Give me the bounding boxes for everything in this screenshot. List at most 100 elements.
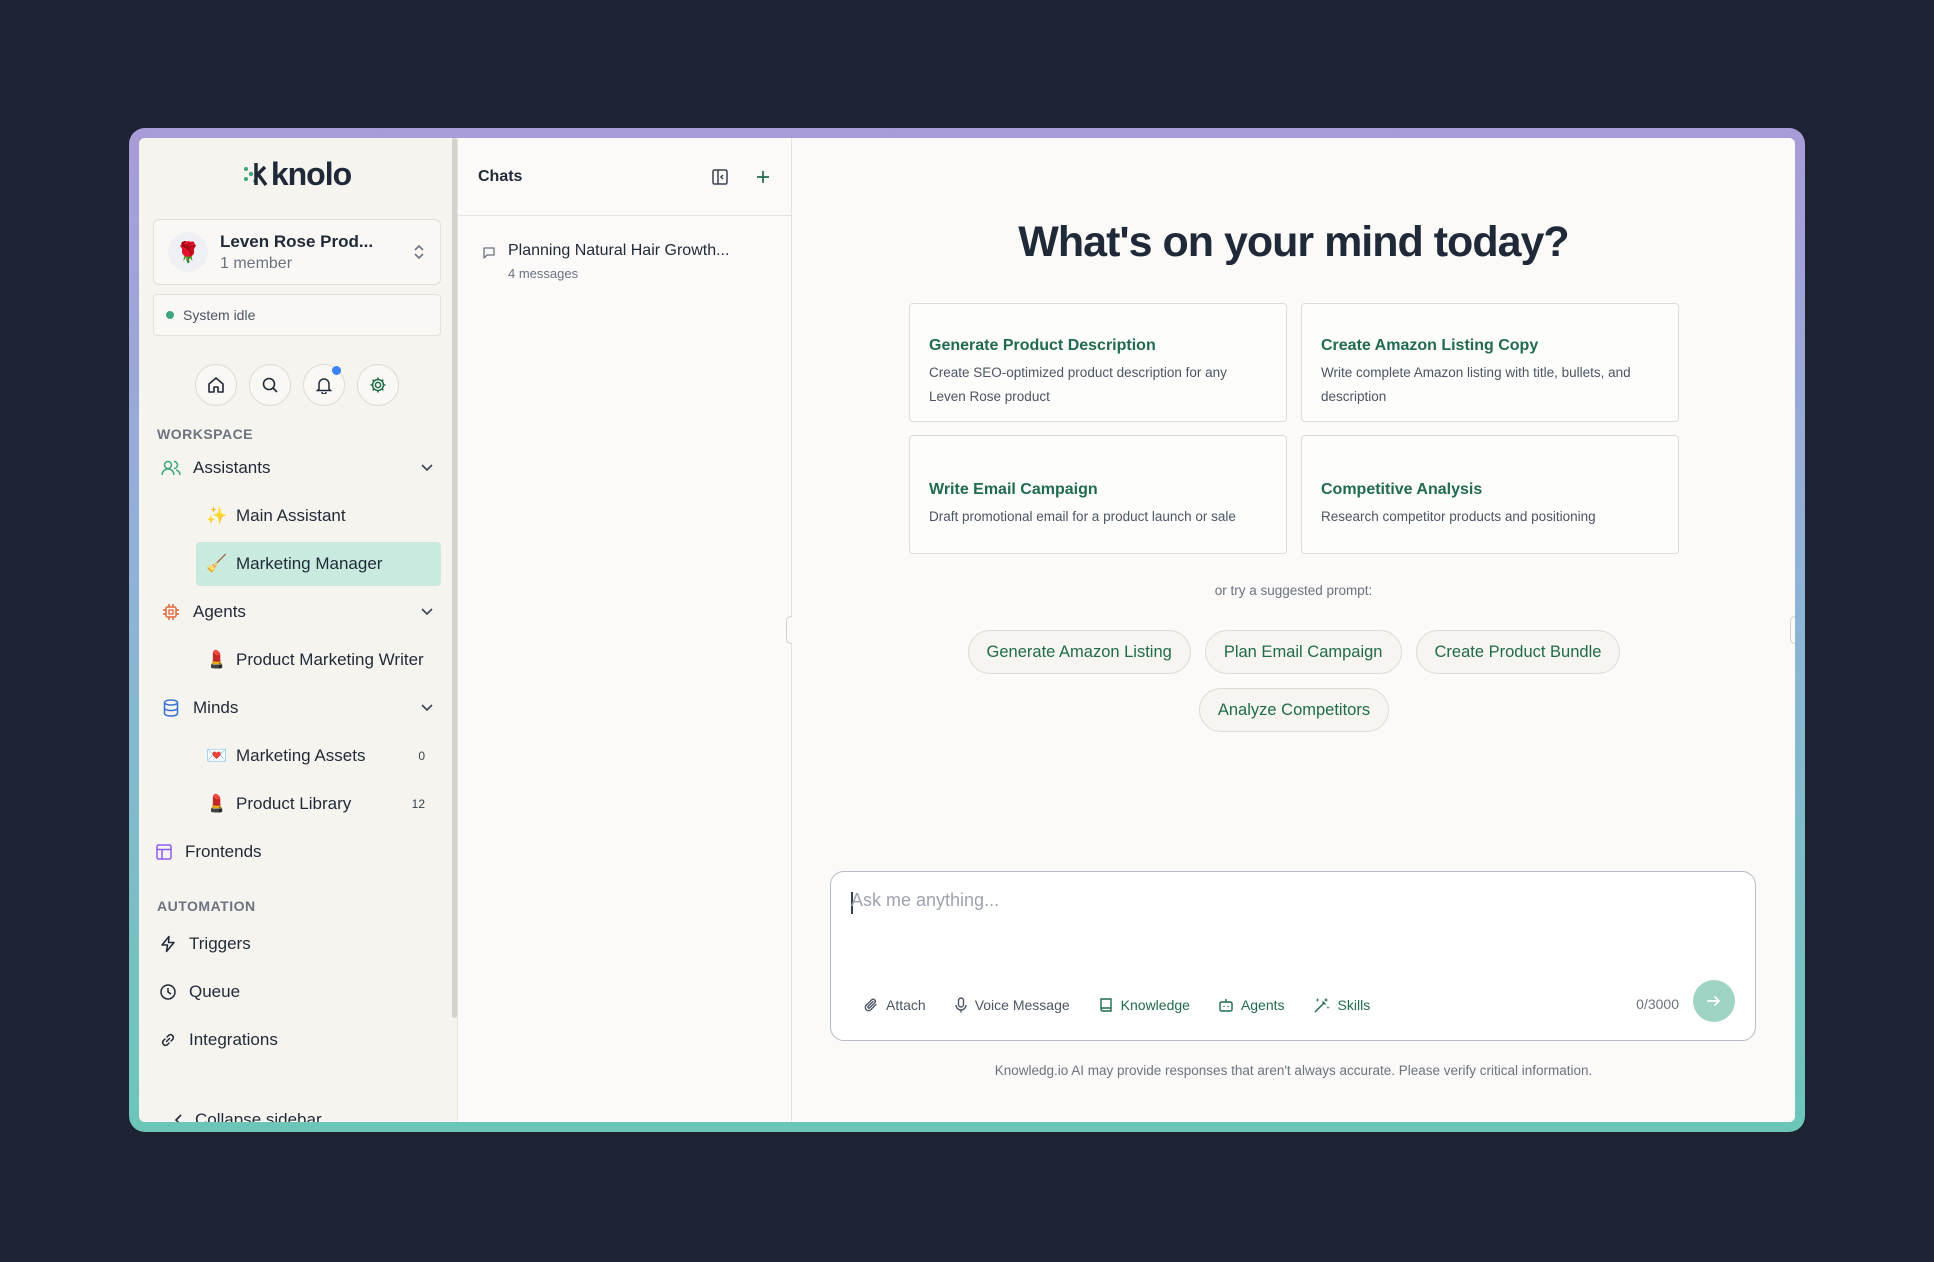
users-icon xyxy=(161,459,181,477)
lipstick-icon: 💄 xyxy=(206,794,228,813)
home-button[interactable] xyxy=(195,364,237,406)
message-icon xyxy=(482,246,496,281)
nav-minds-label: Minds xyxy=(193,698,239,717)
item-count: 12 xyxy=(411,797,425,811)
quick-actions xyxy=(153,364,441,406)
app-frame: knolo 🌹 Leven Rose Prod... 1 member Syst… xyxy=(129,128,1805,1132)
sidebar-item-main-assistant[interactable]: ✨ Main Assistant xyxy=(196,494,441,538)
collapse-sidebar-button[interactable]: Collapse sidebar xyxy=(175,1110,322,1122)
nav-triggers-label: Triggers xyxy=(189,934,251,953)
home-icon xyxy=(207,376,225,394)
nav-agents[interactable]: Agents xyxy=(153,590,441,634)
clock-icon xyxy=(159,983,177,1001)
right-resize-handle[interactable] xyxy=(1790,616,1795,644)
lightning-icon xyxy=(159,935,177,953)
broom-icon: 🧹 xyxy=(206,554,228,573)
nav-frontends-label: Frontends xyxy=(185,842,262,861)
microphone-icon xyxy=(954,997,968,1013)
card-title: Create Amazon Listing Copy xyxy=(1321,336,1539,354)
card-title: Write Email Campaign xyxy=(929,480,1098,498)
plus-icon xyxy=(755,169,771,185)
layout-icon xyxy=(155,843,173,861)
logo[interactable]: knolo xyxy=(153,138,441,210)
prompt-generate-amazon-listing[interactable]: Generate Amazon Listing xyxy=(967,630,1191,674)
settings-button[interactable] xyxy=(357,364,399,406)
chevron-down-icon[interactable] xyxy=(421,464,433,472)
sidebar: knolo 🌹 Leven Rose Prod... 1 member Syst… xyxy=(139,138,458,1122)
bell-icon xyxy=(315,376,333,394)
sidebar-scrollbar[interactable] xyxy=(452,138,457,1018)
chat-list-item[interactable]: Planning Natural Hair Growth... 4 messag… xyxy=(458,216,791,281)
magic-wand-icon xyxy=(1313,996,1331,1014)
automation-section-label: AUTOMATION xyxy=(157,898,256,914)
lipstick-icon: 💄 xyxy=(206,650,228,669)
prompt-analyze-competitors[interactable]: Analyze Competitors xyxy=(1198,688,1390,732)
search-icon xyxy=(261,376,279,394)
notifications-button[interactable] xyxy=(303,364,345,406)
nav-minds[interactable]: Minds xyxy=(153,686,441,730)
card-generate-product-description[interactable]: Generate Product Description Create SEO-… xyxy=(909,303,1287,422)
nav-integrations-label: Integrations xyxy=(189,1030,278,1049)
nav-queue[interactable]: Queue xyxy=(153,970,441,1014)
card-description: Create SEO-optimized product description… xyxy=(929,364,1227,404)
collapse-sidebar-label: Collapse sidebar xyxy=(195,1110,322,1122)
sidebar-item-label: Product Marketing Writer xyxy=(236,650,424,669)
chevron-up-down-icon xyxy=(412,242,426,262)
agents-label: Agents xyxy=(1240,997,1285,1013)
system-status: System idle xyxy=(153,294,441,336)
prompt-create-product-bundle[interactable]: Create Product Bundle xyxy=(1415,630,1621,674)
ai-disclaimer: Knowledg.io AI may provide responses tha… xyxy=(994,1063,1593,1078)
chevron-down-icon[interactable] xyxy=(421,608,433,616)
agents-button[interactable]: Agents xyxy=(1218,997,1285,1013)
chat-composer: Attach Voice Message Knowledge xyxy=(830,871,1756,1041)
new-chat-button[interactable] xyxy=(755,169,771,185)
card-write-email-campaign[interactable]: Write Email Campaign Draft promotional e… xyxy=(909,435,1287,554)
search-button[interactable] xyxy=(249,364,291,406)
nav-triggers[interactable]: Triggers xyxy=(153,922,441,966)
sidebar-item-label: Product Library xyxy=(236,794,352,813)
suggested-prompts: Generate Amazon Listing Plan Email Campa… xyxy=(909,630,1679,732)
sidebar-item-marketing-assets[interactable]: 💌 Marketing Assets 0 xyxy=(196,734,441,778)
message-input[interactable] xyxy=(851,890,1731,911)
character-count: 0/3000 xyxy=(1636,996,1679,1012)
notification-badge xyxy=(332,366,341,375)
card-competitive-analysis[interactable]: Competitive Analysis Research competitor… xyxy=(1301,435,1679,554)
workspace-section-label: WORKSPACE xyxy=(157,426,254,442)
workspace-switcher[interactable]: 🌹 Leven Rose Prod... 1 member xyxy=(153,219,441,285)
chat-message-count: 4 messages xyxy=(508,266,579,281)
gear-icon xyxy=(369,376,387,394)
link-icon xyxy=(159,1031,177,1049)
prompt-plan-email-campaign[interactable]: Plan Email Campaign xyxy=(1204,630,1402,674)
sidebar-item-label: Marketing Assets xyxy=(236,746,366,765)
voice-message-button[interactable]: Voice Message xyxy=(954,997,1070,1013)
chevron-left-icon xyxy=(175,1114,183,1122)
quick-start-cards: Generate Product Description Create SEO-… xyxy=(909,303,1679,554)
chat-title: Planning Natural Hair Growth... xyxy=(508,242,730,259)
sidebar-item-product-library[interactable]: 💄 Product Library 12 xyxy=(196,782,441,826)
attach-button[interactable]: Attach xyxy=(863,997,926,1013)
nav-integrations[interactable]: Integrations xyxy=(153,1018,441,1062)
chevron-down-icon[interactable] xyxy=(421,704,433,712)
toggle-panel-button[interactable] xyxy=(711,168,729,186)
sidebar-item-marketing-manager[interactable]: 🧹 Marketing Manager xyxy=(196,542,441,586)
skills-button[interactable]: Skills xyxy=(1313,996,1371,1014)
book-icon xyxy=(1098,997,1114,1013)
item-count: 0 xyxy=(418,749,425,763)
status-text: System idle xyxy=(183,307,256,323)
knowledge-button[interactable]: Knowledge xyxy=(1098,997,1190,1013)
database-icon xyxy=(161,698,181,718)
nav-frontends[interactable]: Frontends xyxy=(153,830,441,874)
sidebar-item-product-marketing-writer[interactable]: 💄 Product Marketing Writer xyxy=(196,638,441,682)
chats-header: Chats xyxy=(458,138,791,216)
knowledge-label: Knowledge xyxy=(1120,997,1190,1013)
arrow-right-icon xyxy=(1706,993,1722,1009)
workspace-members: 1 member xyxy=(220,254,293,272)
card-create-amazon-listing-copy[interactable]: Create Amazon Listing Copy Write complet… xyxy=(1301,303,1679,422)
status-dot-icon xyxy=(166,311,174,319)
card-description: Write complete Amazon listing with title… xyxy=(1321,364,1631,404)
nav-assistants[interactable]: Assistants xyxy=(153,446,441,490)
skills-label: Skills xyxy=(1337,997,1371,1013)
workspace-avatar: 🌹 xyxy=(168,232,208,272)
composer-toolbar: Attach Voice Message Knowledge Agents Sk… xyxy=(863,996,1370,1014)
send-button[interactable] xyxy=(1693,980,1735,1022)
